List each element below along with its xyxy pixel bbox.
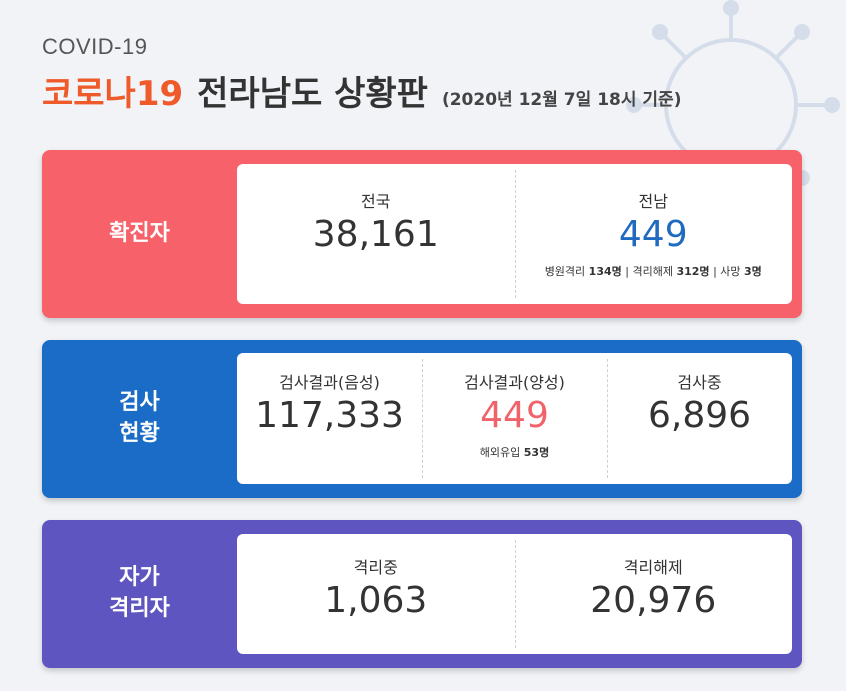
quarantine-released-value: 20,976 xyxy=(590,580,717,621)
quarantine-card: 격리중 1,063 격리해제 20,976 xyxy=(237,534,792,654)
national-value: 38,161 xyxy=(312,214,439,255)
released-stat: 격리해제 20,976 xyxy=(514,534,793,654)
timestamp: (2020년 12월 7일 18시 기준) xyxy=(441,90,682,110)
separator: | xyxy=(713,265,717,278)
jeonnam-label: 전남 xyxy=(638,192,668,211)
confirmed-card: 전국 38,161 전남 449 병원격리 134명 | 격리해제 312명 |… xyxy=(237,164,792,304)
testing-panel-label: 검사 현황 xyxy=(119,390,160,446)
jeonnam-stat: 전남 449 병원격리 134명 | 격리해제 312명 | 사망 3명 xyxy=(514,164,793,304)
title-accent: 코로나19 xyxy=(42,74,184,114)
testing-card: 검사결과(음성) 117,333 검사결과(양성) 449 해외유입 53명 검… xyxy=(237,353,792,484)
confirmed-panel: 확진자 전국 38,161 전남 449 병원격리 134명 | 격리해제 31… xyxy=(42,150,802,318)
testing-panel: 검사 현황 검사결과(음성) 117,333 검사결과(양성) 449 해외유입… xyxy=(42,340,802,498)
jeonnam-breakdown: 병원격리 134명 | 격리해제 312명 | 사망 3명 xyxy=(545,263,762,279)
in-quarantine-value: 1,063 xyxy=(324,580,428,621)
negative-label: 검사결과(음성) xyxy=(279,373,380,392)
negative-stat: 검사결과(음성) 117,333 xyxy=(237,353,422,484)
confirmed-panel-label: 확진자 xyxy=(109,220,170,246)
hospital-label: 병원격리 xyxy=(544,265,586,278)
pending-stat: 검사중 6,896 xyxy=(607,353,792,484)
in-quarantine-label: 격리중 xyxy=(353,558,398,577)
death-value: 3명 xyxy=(744,265,762,278)
page-title: 코로나19 전라남도 상황판 (2020년 12월 7일 18시 기준) xyxy=(42,66,681,115)
overseas-value: 53명 xyxy=(523,446,550,459)
quarantine-released-label: 격리해제 xyxy=(623,558,683,577)
positive-stat: 검사결과(양성) 449 해외유입 53명 xyxy=(422,353,607,484)
positive-label: 검사결과(양성) xyxy=(464,373,565,392)
released-label: 격리해제 xyxy=(632,265,673,278)
title-main: 전라남도 상황판 xyxy=(197,74,428,114)
overseas-label: 해외유입 xyxy=(479,446,521,459)
page-header: COVID-19 코로나19 전라남도 상황판 (2020년 12월 7일 18… xyxy=(42,34,681,115)
pending-value: 6,896 xyxy=(647,395,752,436)
national-label: 전국 xyxy=(361,192,391,211)
national-stat: 전국 38,161 xyxy=(237,164,515,304)
jeonnam-value: 449 xyxy=(618,214,688,255)
quarantine-panel: 자가 격리자 격리중 1,063 격리해제 20,976 xyxy=(42,520,802,668)
death-label: 사망 xyxy=(720,265,741,278)
quarantine-panel-label: 자가 격리자 xyxy=(109,565,170,621)
pending-label: 검사중 xyxy=(677,373,722,392)
page-subtitle: COVID-19 xyxy=(42,34,148,59)
positive-value: 449 xyxy=(480,395,549,436)
hospital-value: 134명 xyxy=(588,265,622,278)
released-value: 312명 xyxy=(676,265,710,278)
overseas-note: 해외유입 53명 xyxy=(480,444,549,460)
negative-value: 117,333 xyxy=(255,395,404,436)
in-quarantine-stat: 격리중 1,063 xyxy=(237,534,515,654)
separator: | xyxy=(625,265,629,278)
